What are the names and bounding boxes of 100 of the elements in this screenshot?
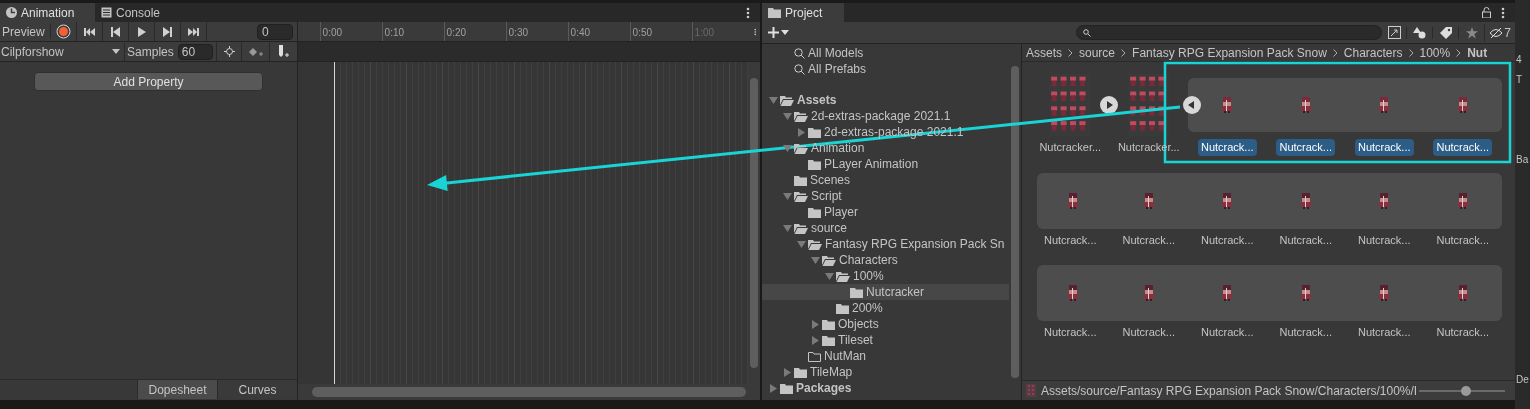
expanded-arrow-icon[interactable] xyxy=(782,143,792,153)
asset-label[interactable]: Nutcrack... xyxy=(1433,324,1493,341)
tree-item[interactable]: Fantasy RPG Expansion Pack Sn xyxy=(762,236,1009,252)
tree-item[interactable]: TileMap xyxy=(762,364,1009,380)
more-options-icon[interactable] xyxy=(746,7,750,19)
tree-item[interactable]: NutMan xyxy=(762,348,1009,364)
breadcrumb-link[interactable]: source xyxy=(1079,44,1116,61)
asset-label[interactable]: Nutcrack... xyxy=(1433,139,1493,156)
character-sprite-icon xyxy=(1456,285,1469,301)
tree-item[interactable]: Animation xyxy=(762,140,1009,156)
tree-item[interactable]: 2d-extras-package 2021.1 xyxy=(762,108,1009,124)
more-options-icon[interactable] xyxy=(1501,7,1505,19)
label-tag-icon[interactable] xyxy=(1439,26,1452,39)
favorite-item[interactable]: All Models xyxy=(762,45,1009,61)
tree-item[interactable]: Characters xyxy=(762,252,1009,268)
time-tick-label: 0:20 xyxy=(445,26,467,40)
expand-button[interactable] xyxy=(1183,96,1201,114)
breadcrumb-link[interactable]: Fantasy RPG Expansion Pack Snow xyxy=(1132,44,1327,61)
horizontal-scrollbar[interactable] xyxy=(298,384,760,400)
expand-button[interactable] xyxy=(1099,96,1118,114)
asset-label[interactable]: Nutcrack... xyxy=(1040,231,1100,248)
more-options-icon[interactable] xyxy=(753,26,756,38)
open-folder-icon xyxy=(780,94,794,106)
frame-field[interactable]: 0 xyxy=(257,23,293,40)
tree-label: 200% xyxy=(852,300,883,317)
record-button[interactable] xyxy=(56,24,71,39)
tree-item[interactable]: Assets xyxy=(762,92,1009,108)
clock-icon xyxy=(6,7,17,18)
asset-label[interactable]: Nutcrack... xyxy=(1354,324,1414,341)
chevron-icon xyxy=(1121,48,1127,57)
caret-icon xyxy=(112,49,121,54)
asset-label[interactable]: Nutcrack... xyxy=(1276,139,1336,156)
asset-label[interactable]: Nutcrack... xyxy=(1197,231,1257,248)
tree-item[interactable]: Packages xyxy=(762,380,1009,396)
shapes-filter-icon[interactable] xyxy=(1413,26,1427,39)
search-scope-icon[interactable] xyxy=(1387,26,1401,39)
folder-icon xyxy=(808,126,821,138)
tree-item[interactable]: 100% xyxy=(762,268,1009,284)
sprite-sheet-icon xyxy=(1026,384,1036,397)
expanded-arrow-icon[interactable] xyxy=(782,191,792,201)
tree-item[interactable]: Tileset xyxy=(762,332,1009,348)
character-sprite-icon xyxy=(1221,192,1234,209)
vertical-scrollbar[interactable] xyxy=(748,62,760,384)
character-sprite-icon xyxy=(1378,97,1391,113)
asset-label[interactable]: Nutcrack... xyxy=(1197,139,1257,156)
next-frame-icon[interactable] xyxy=(162,26,173,37)
asset-label[interactable]: Nutcrack... xyxy=(1197,324,1257,341)
character-sprite-icon xyxy=(1221,97,1234,113)
favorite-item[interactable]: All Prefabs xyxy=(762,61,1009,77)
asset-label[interactable]: Nutcrack... xyxy=(1119,231,1179,248)
asset-label[interactable]: Nutcrack... xyxy=(1276,231,1336,248)
search-icon xyxy=(794,63,805,75)
folder-icon xyxy=(836,302,849,314)
tree-item[interactable]: source xyxy=(762,220,1009,236)
asset-label[interactable]: Nutcrack... xyxy=(1433,231,1493,248)
asset-label[interactable]: Nutcrack... xyxy=(1040,324,1100,341)
preview-label[interactable]: Preview xyxy=(0,22,50,41)
previous-frame-icon[interactable] xyxy=(110,26,121,37)
window-tab[interactable]: Project xyxy=(762,3,844,22)
character-sprite-icon xyxy=(1067,285,1080,301)
open-folder-icon xyxy=(808,238,822,250)
collapsed-arrow-icon[interactable] xyxy=(796,127,806,137)
time-tick-label: 0:10 xyxy=(383,26,405,40)
asset-label[interactable]: Nutcrack... xyxy=(1354,231,1414,248)
breadcrumb-link[interactable]: 100% xyxy=(1419,44,1451,61)
tree-item[interactable]: Objects xyxy=(762,316,1009,332)
samples-field[interactable]: 60 xyxy=(177,43,213,60)
skip-to-end-icon[interactable] xyxy=(188,26,199,37)
tree-item[interactable]: Player xyxy=(762,204,1009,220)
play-icon[interactable] xyxy=(136,26,147,37)
tree-item[interactable]: Nutcracker xyxy=(762,284,1009,300)
skip-to-start-icon[interactable] xyxy=(84,26,95,37)
view-tab[interactable]: Dopesheet xyxy=(137,380,217,399)
asset-label[interactable]: Nutcrack... xyxy=(1119,324,1179,341)
add-event-icon[interactable] xyxy=(277,44,290,59)
clip-dropdown[interactable]: Cilpforshow xyxy=(0,42,125,61)
asset-label[interactable]: Nutcrack... xyxy=(1354,139,1414,156)
asset-label[interactable]: Nutcrack... xyxy=(1276,324,1336,341)
lock-icon[interactable] xyxy=(1482,7,1491,18)
asset-label[interactable]: Nutcracker... xyxy=(1036,139,1105,156)
breadcrumb-link[interactable]: Nut xyxy=(1467,44,1488,61)
window-tab[interactable]: Animation xyxy=(0,3,95,22)
tree-item[interactable]: Script xyxy=(762,188,1009,204)
tree-item[interactable]: Scenes xyxy=(762,172,1009,188)
star-icon[interactable] xyxy=(1465,26,1478,39)
search-field[interactable] xyxy=(1076,25,1383,40)
add-keyframe-icon[interactable] xyxy=(248,46,263,57)
add-property-button[interactable]: Add Property xyxy=(34,72,263,91)
tree-item[interactable]: PLayer Animation xyxy=(762,156,1009,172)
window-tab[interactable]: Console xyxy=(95,3,167,22)
folder-icon xyxy=(780,382,793,394)
breadcrumb-link[interactable]: Assets xyxy=(1026,44,1062,61)
breadcrumb-link[interactable]: Characters xyxy=(1343,44,1403,61)
hidden-eye-icon[interactable] xyxy=(1489,27,1504,38)
crosshair-icon[interactable] xyxy=(223,46,235,57)
tree-label: Script xyxy=(811,188,842,205)
tree-item[interactable]: 200% xyxy=(762,300,1009,316)
character-sprite-icon xyxy=(1067,192,1080,209)
folder-icon xyxy=(822,334,835,346)
selected-asset-path: Assets/source/Fantasy RPG Expansion Pack Snow/Characters/100%/I xyxy=(1041,382,1418,400)
